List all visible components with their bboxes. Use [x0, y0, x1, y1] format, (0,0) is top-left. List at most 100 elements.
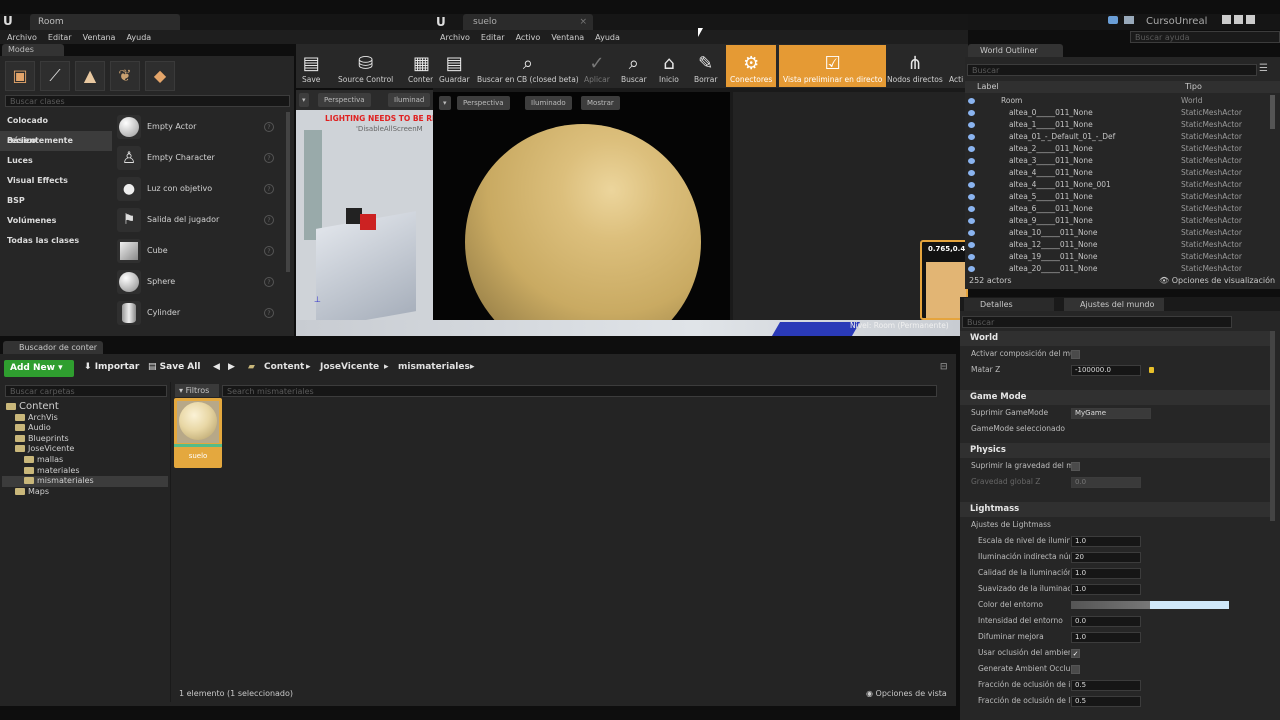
prop-input[interactable]: 20: [1071, 552, 1141, 563]
asset-tile-suelo[interactable]: suelo: [174, 398, 222, 468]
mat-menu-ventana[interactable]: Ventana: [551, 33, 584, 42]
tab-world-settings[interactable]: Ajustes del mundo: [1064, 298, 1164, 311]
tab-world-outliner[interactable]: World Outliner: [968, 44, 1063, 57]
outliner-row[interactable]: altea_6_____011_None StaticMeshActor: [965, 203, 1269, 215]
mat-menu-ayuda[interactable]: Ayuda: [595, 33, 620, 42]
foliage-mode-icon[interactable]: ❦: [110, 60, 140, 91]
visibility-eye-icon[interactable]: [968, 122, 975, 128]
mat-menu-archivo[interactable]: Archivo: [440, 33, 470, 42]
borrar-button[interactable]: ✎ Borrar: [690, 45, 721, 87]
reset-icon[interactable]: [1149, 367, 1154, 373]
forward-button[interactable]: ▶: [228, 362, 235, 372]
prop-input[interactable]: 0.5: [1071, 696, 1141, 707]
prop-input[interactable]: 0.0: [1071, 477, 1141, 488]
live-preview-button[interactable]: ☑ Vista preliminar en directo: [779, 45, 887, 87]
outliner-row[interactable]: altea_20_____011_None StaticMeshActor: [965, 263, 1269, 275]
outliner-row[interactable]: altea_9_____011_None StaticMeshActor: [965, 215, 1269, 227]
prop-checkbox[interactable]: ✓: [1071, 649, 1080, 658]
outliner-scrollbar[interactable]: [1270, 95, 1275, 129]
folder-tree-item[interactable]: Content: [2, 401, 168, 413]
mat-menu-editar[interactable]: Editar: [481, 33, 505, 42]
details-scrollbar[interactable]: [1270, 331, 1275, 521]
outliner-row[interactable]: altea_3_____011_None StaticMeshActor: [965, 155, 1269, 167]
visibility-eye-icon[interactable]: [968, 266, 975, 272]
folder-search-input[interactable]: Buscar carpetas: [5, 385, 167, 397]
close-button[interactable]: [1246, 15, 1255, 24]
folder-tree-item[interactable]: materiales: [2, 466, 168, 477]
outliner-row[interactable]: altea_4_____011_None_001 StaticMeshActor: [965, 179, 1269, 191]
prop-input[interactable]: -100000.0: [1071, 365, 1141, 376]
landscape-mode-icon[interactable]: ▲: [75, 60, 105, 91]
viewport-options-button[interactable]: ▾: [299, 93, 309, 107]
level-viewport[interactable]: ▾ Perspectiva Iluminad LIGHTING NEEDS TO…: [296, 90, 437, 336]
inicio-button[interactable]: ⌂ Inicio: [655, 45, 683, 87]
buscar-button[interactable]: ⌕ Buscar: [617, 45, 651, 87]
outliner-row[interactable]: altea_5_____011_None StaticMeshActor: [965, 191, 1269, 203]
outliner-row[interactable]: altea_4_____011_None StaticMeshActor: [965, 167, 1269, 179]
prop-input[interactable]: 1.0: [1071, 632, 1141, 643]
save-all-button[interactable]: ▤ Save All: [148, 362, 200, 372]
tab-suelo[interactable]: suelo ×: [463, 14, 593, 30]
menu-editar[interactable]: Editar: [48, 33, 72, 42]
help-icon[interactable]: ?: [264, 307, 274, 318]
visibility-eye-icon[interactable]: [968, 146, 975, 152]
back-button[interactable]: ◀: [213, 362, 220, 372]
tab-close-icon[interactable]: ×: [579, 14, 587, 30]
class-search-input[interactable]: Buscar clases: [5, 95, 290, 107]
placeable-sphere[interactable]: Sphere?: [112, 266, 284, 297]
menu-ventana[interactable]: Ventana: [83, 33, 116, 42]
outliner-row[interactable]: altea_2_____011_None StaticMeshActor: [965, 143, 1269, 155]
aplicar-button[interactable]: ✓ Aplicar: [580, 45, 614, 87]
placeable-player-start[interactable]: ⚑ Salida del jugador?: [112, 204, 284, 235]
outliner-row[interactable]: altea_01_-_Default_01_-_Def StaticMeshAct…: [965, 131, 1269, 143]
folder-tree-item[interactable]: Blueprints: [2, 434, 168, 445]
outliner-settings-icon[interactable]: ☰: [1259, 63, 1268, 74]
prop-input[interactable]: 1.0: [1071, 536, 1141, 547]
help-icon[interactable]: ?: [264, 121, 274, 132]
category-volumes[interactable]: Volúmenes: [0, 211, 112, 231]
breadcrumb-content[interactable]: Content: [264, 362, 304, 372]
prop-input[interactable]: 1.0: [1071, 568, 1141, 579]
menu-archivo[interactable]: Archivo: [7, 33, 37, 42]
maximize-button[interactable]: [1234, 15, 1243, 24]
paint-mode-icon[interactable]: ⟋: [40, 60, 70, 91]
placeable-cylinder[interactable]: Cylinder?: [112, 297, 284, 328]
outliner-row-world[interactable]: Room World: [965, 95, 1269, 107]
source-control-button[interactable]: ⛁ Source Control: [334, 45, 397, 87]
asset-search-input[interactable]: Search mismateriales: [222, 385, 937, 397]
folder-tree-item[interactable]: Maps: [2, 487, 168, 498]
outliner-row[interactable]: altea_0_____011_None StaticMeshActor: [965, 107, 1269, 119]
outliner-row[interactable]: altea_10_____011_None StaticMeshActor: [965, 227, 1269, 239]
environment-color-swatch[interactable]: [1071, 601, 1229, 609]
find-in-cb-button[interactable]: ⌕ Buscar en CB (closed beta): [473, 45, 583, 87]
folder-tree-item[interactable]: ArchVis: [2, 413, 168, 424]
placeable-point-light[interactable]: ● Luz con objetivo?: [112, 173, 284, 204]
breadcrumb-josevicente[interactable]: JoseVicente: [320, 362, 379, 372]
category-bsp[interactable]: BSP: [0, 191, 112, 211]
visibility-eye-icon[interactable]: [968, 182, 975, 188]
prop-input[interactable]: 0.5: [1071, 680, 1141, 691]
folder-tree-item[interactable]: Audio: [2, 423, 168, 434]
material-preview-viewport[interactable]: ▾ Perspectiva Iluminado Mostrar: [433, 92, 730, 320]
geometry-mode-icon[interactable]: ◆: [145, 60, 175, 91]
category-all-classes[interactable]: Todas las clases: [0, 231, 112, 251]
folder-tree-item[interactable]: mallas: [2, 455, 168, 466]
visibility-eye-icon[interactable]: [968, 170, 975, 176]
help-icon[interactable]: ?: [264, 183, 274, 194]
tab-modes[interactable]: Modes: [2, 44, 64, 56]
help-search-input[interactable]: Buscar ayuda: [1130, 31, 1280, 43]
visibility-eye-icon[interactable]: [968, 158, 975, 164]
prop-checkbox[interactable]: [1071, 462, 1080, 471]
placeable-empty-character[interactable]: ♙ Empty Character?: [112, 142, 284, 173]
prop-input[interactable]: 0.0: [1071, 616, 1141, 627]
modes-scrollbar[interactable]: [286, 112, 290, 272]
help-icon[interactable]: ?: [264, 152, 274, 163]
column-label[interactable]: Label: [977, 81, 999, 93]
section-lightmass[interactable]: Lightmass: [960, 502, 1270, 517]
category-visual-effects[interactable]: Visual Effects: [0, 171, 112, 191]
more-toolbar-button[interactable]: Acti: [949, 45, 963, 87]
save-button[interactable]: ▤ Save: [298, 45, 324, 87]
prop-checkbox[interactable]: [1071, 350, 1080, 359]
notification-icon[interactable]: [1108, 16, 1118, 24]
folder-tree-item[interactable]: JoseVicente: [2, 444, 168, 455]
